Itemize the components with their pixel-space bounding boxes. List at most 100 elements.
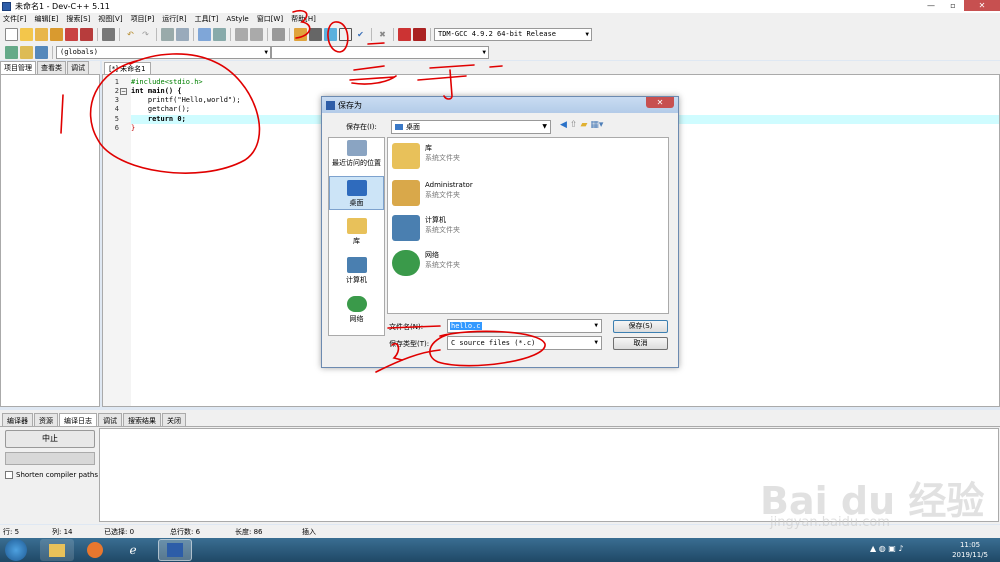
library-icon (346, 218, 367, 234)
clock[interactable]: 11:05 2019/11/5 (952, 540, 988, 560)
code-line: } (131, 124, 136, 132)
editor-tab[interactable]: [*] 未命名1 (104, 62, 151, 74)
list-item[interactable]: 网络 系统文件夹 (392, 250, 460, 276)
menu-view[interactable]: 视图[V] (98, 14, 122, 24)
save-button[interactable]: 保存(S) (613, 320, 668, 333)
firefox-icon[interactable] (78, 539, 112, 561)
status-total: 总行数: 6 (170, 528, 201, 536)
close-file-icon[interactable] (65, 28, 78, 41)
menu-project[interactable]: 项目[P] (131, 14, 155, 24)
dialog-close-button[interactable]: ✕ (646, 97, 674, 108)
tab-debug[interactable]: 调试 (67, 61, 89, 74)
shorten-checkbox[interactable] (5, 471, 13, 479)
place-computer[interactable]: 计算机 (329, 257, 384, 285)
menu-help[interactable]: 帮助[H] (291, 14, 316, 24)
goto-bookmark-icon[interactable] (35, 45, 48, 59)
menu-search[interactable]: 搜索[S] (66, 14, 90, 24)
devcpp-icon[interactable] (158, 539, 192, 561)
menu-astyle[interactable]: AStyle (226, 15, 248, 23)
clock-date: 2019/11/5 (952, 551, 988, 559)
menu-edit[interactable]: 编辑[E] (35, 14, 59, 24)
line-number: 1 (114, 78, 119, 86)
close-all-icon[interactable] (80, 28, 93, 41)
list-item[interactable]: 计算机 系统文件夹 (392, 215, 460, 241)
user-folder-icon (392, 180, 420, 206)
menu-bar: 文件[F] 编辑[E] 搜索[S] 视图[V] 项目[P] 运行[R] 工具[T… (0, 13, 1000, 25)
place-network[interactable]: 网络 (329, 296, 384, 324)
filename-field[interactable]: hello.c ▼ (447, 319, 602, 333)
filetype-select[interactable]: C source files (*.c) ▼ (447, 336, 602, 350)
back-icon[interactable]: ◀ (560, 120, 567, 130)
code-line: printf("Hello,world"); (131, 96, 241, 104)
maximize-button[interactable]: ▫ (942, 0, 964, 11)
bookmark-icon[interactable] (272, 28, 285, 41)
dialog-title-bar: 保存为 (322, 97, 678, 113)
chart-icon[interactable] (398, 28, 411, 41)
menu-run[interactable]: 运行[R] (162, 14, 186, 24)
explorer-icon[interactable] (40, 539, 74, 561)
up-folder-icon[interactable]: ⇧ (570, 120, 578, 130)
next-icon[interactable] (250, 28, 263, 41)
new-folder-icon[interactable]: ▰ (580, 120, 587, 130)
place-desktop[interactable]: 桌面 (329, 176, 384, 210)
list-item[interactable]: Administrator 系统文件夹 (392, 180, 473, 206)
project-panel (0, 74, 100, 407)
tab-search-results[interactable]: 搜索结果 (123, 413, 161, 426)
taskbar (0, 538, 1000, 562)
check-icon[interactable]: ✔ (354, 28, 367, 41)
tab-compile-log[interactable]: 编译日志 (59, 413, 97, 426)
compile-run-icon[interactable] (324, 28, 337, 41)
cancel-button[interactable]: 取消 (613, 337, 668, 350)
list-item[interactable]: 库系统文件夹 (392, 143, 460, 169)
bottom-tabs: 编译器 资源 编译日志 调试 搜索结果 关闭 (0, 410, 1000, 426)
tab-classes[interactable]: 查看类 (37, 61, 66, 74)
tab-project[interactable]: 项目管理 (0, 61, 36, 74)
print-icon[interactable] (102, 28, 115, 41)
status-mode: 插入 (302, 528, 316, 536)
minimize-button[interactable]: — (920, 0, 942, 11)
tab-debug-bottom[interactable]: 调试 (98, 413, 122, 426)
tab-compiler[interactable]: 编译器 (2, 413, 33, 426)
ie-icon[interactable]: ℯ (116, 539, 150, 561)
redo-icon[interactable]: ↷ (139, 28, 152, 41)
replace-icon[interactable] (176, 28, 189, 41)
toggle-icon[interactable] (20, 45, 33, 59)
indent-icon[interactable] (213, 28, 226, 41)
run-icon[interactable] (309, 28, 322, 41)
prev-icon[interactable] (235, 28, 248, 41)
place-library[interactable]: 库 (329, 218, 384, 246)
tab-close[interactable]: 关闭 (162, 413, 186, 426)
desktop-mini-icon (395, 124, 403, 130)
profile-icon[interactable] (413, 28, 426, 41)
menu-file[interactable]: 文件[F] (3, 14, 27, 24)
save-in-select[interactable]: 桌面 ▼ (391, 120, 551, 134)
network-icon (346, 296, 367, 312)
stop-button[interactable]: 中止 (5, 430, 95, 448)
shorten-paths-option[interactable]: Shorten compiler paths (5, 471, 98, 479)
insert-icon[interactable] (5, 45, 18, 59)
place-recent[interactable]: 最近访问的位置 (329, 140, 384, 168)
save-in-label: 保存在(I): (346, 123, 377, 131)
tab-resources[interactable]: 资源 (34, 413, 58, 426)
goto-icon[interactable] (198, 28, 211, 41)
member-select[interactable]: ▼ (271, 45, 489, 59)
rebuild-icon[interactable] (339, 28, 352, 41)
save-icon[interactable] (35, 28, 48, 41)
menu-window[interactable]: 窗口[W] (257, 14, 283, 24)
close-button[interactable]: ✕ (964, 0, 1000, 11)
scope-select[interactable]: (globals) ▼ (56, 45, 271, 59)
fold-icon[interactable]: − (120, 88, 127, 95)
new-file-icon[interactable] (5, 28, 18, 41)
find-icon[interactable] (161, 28, 174, 41)
compile-icon[interactable] (294, 28, 307, 41)
view-menu-icon[interactable]: ▦▾ (590, 120, 603, 130)
tray-icons[interactable]: ▲ ◍ ▣ ♪ (870, 544, 903, 553)
stop-icon[interactable]: ✖ (376, 28, 389, 41)
undo-icon[interactable]: ↶ (124, 28, 137, 41)
line-number: 5 (114, 115, 119, 123)
open-file-icon[interactable] (20, 28, 33, 41)
compiler-select[interactable]: TDM-GCC 4.9.2 64-bit Release ▼ (434, 28, 592, 41)
menu-tools[interactable]: 工具[T] (195, 14, 219, 24)
save-all-icon[interactable] (50, 28, 63, 41)
start-icon[interactable] (5, 539, 27, 561)
